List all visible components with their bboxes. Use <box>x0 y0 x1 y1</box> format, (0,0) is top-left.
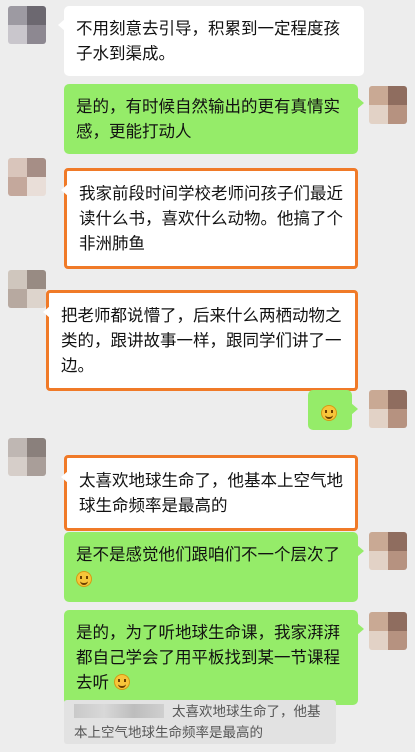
sender-avatar-2[interactable] <box>8 158 46 196</box>
message-text: 是的，有时候自然输出的更有真情实感，更能打动人 <box>76 97 340 141</box>
message-text: 我家前段时间学校老师问孩子们最近读什么书，喜欢什么动物。他搞了个非洲肺鱼 <box>79 184 343 253</box>
message-bubble-1[interactable]: 不用刻意去引导，积累到一定程度孩子水到渠成。 <box>58 6 364 76</box>
sender-avatar-1[interactable] <box>8 6 46 44</box>
message-text: 把老师都说懵了，后来什么两栖动物之类的，跟讲故事一样，跟同学们讲了一边。 <box>61 306 342 375</box>
message-bubble-3[interactable]: 我家前段时间学校老师问孩子们最近读什么书，喜欢什么动物。他搞了个非洲肺鱼 <box>61 168 358 269</box>
message-bubble-5[interactable] <box>308 390 358 430</box>
quoted-message[interactable]: 太喜欢地球生命了，他基本上空气地球生命频率是最高的 <box>64 700 336 744</box>
message-text: 是不是感觉他们跟咱们不一个层次了 <box>76 545 340 564</box>
user-avatar-4[interactable] <box>369 612 407 650</box>
smile-emoji-icon <box>321 405 337 421</box>
user-avatar-1[interactable] <box>369 86 407 124</box>
user-avatar-3[interactable] <box>369 532 407 570</box>
smile-emoji-icon <box>114 674 131 690</box>
message-bubble-7[interactable]: 是不是感觉他们跟咱们不一个层次了 <box>64 532 364 602</box>
message-bubble-6[interactable]: 太喜欢地球生命了，他基本上空气地球生命频率是最高的 <box>61 455 358 531</box>
message-text: 不用刻意去引导，积累到一定程度孩子水到渠成。 <box>76 19 340 63</box>
message-bubble-8[interactable]: 是的，为了听地球生命课，我家湃湃都自己学会了用平板找到某一节课程去听 <box>64 610 364 705</box>
message-text: 太喜欢地球生命了，他基本上空气地球生命频率是最高的 <box>79 471 343 515</box>
sender-avatar-3[interactable] <box>8 270 46 308</box>
user-avatar-2[interactable] <box>369 390 407 428</box>
blurred-sender-name <box>74 704 164 718</box>
smile-emoji-icon <box>76 571 92 587</box>
sender-avatar-4[interactable] <box>8 438 46 476</box>
message-bubble-2[interactable]: 是的，有时候自然输出的更有真情实感，更能打动人 <box>64 84 364 154</box>
message-bubble-4[interactable]: 把老师都说懵了，后来什么两栖动物之类的，跟讲故事一样，跟同学们讲了一边。 <box>43 290 358 391</box>
